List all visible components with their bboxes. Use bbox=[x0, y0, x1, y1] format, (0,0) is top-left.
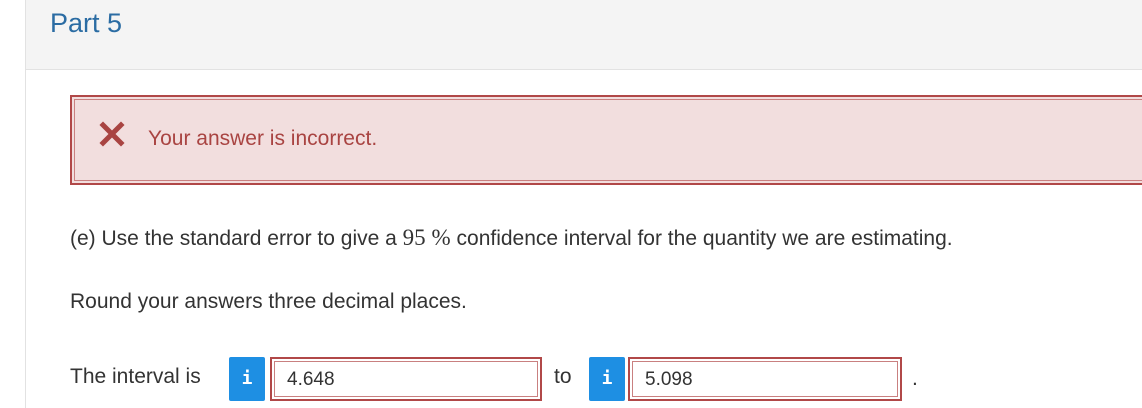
left-margin bbox=[0, 0, 25, 408]
lower-bound-field[interactable]: 4.648 bbox=[270, 357, 542, 401]
question-prefix: (e) Use the standard error to give a bbox=[70, 227, 403, 250]
interval-label: The interval is bbox=[70, 365, 201, 388]
feedback-message: Your answer is incorrect. bbox=[148, 127, 378, 150]
info-icon[interactable]: i bbox=[589, 357, 625, 401]
incorrect-feedback-banner: Your answer is incorrect. bbox=[70, 95, 1142, 185]
lower-bound-value: 4.648 bbox=[287, 369, 335, 390]
page: Part 5 Your answer is incorrect. (e) Use… bbox=[0, 0, 1142, 408]
info-icon[interactable]: i bbox=[229, 357, 265, 401]
upper-bound-field[interactable]: 5.098 bbox=[628, 357, 902, 401]
question-text: (e) Use the standard error to give a 95 … bbox=[70, 225, 953, 251]
part-header: Part 5 bbox=[25, 0, 1142, 70]
close-icon bbox=[99, 121, 125, 147]
question-suffix: confidence interval for the quantity we … bbox=[450, 227, 953, 250]
part-title: Part 5 bbox=[50, 8, 123, 38]
confidence-value: 95 bbox=[402, 225, 426, 250]
end-period: . bbox=[912, 367, 918, 390]
rounding-instruction: Round your answers three decimal places. bbox=[70, 290, 467, 313]
upper-bound-value: 5.098 bbox=[645, 369, 693, 390]
percent-symbol: % bbox=[431, 225, 451, 250]
to-label: to bbox=[554, 365, 572, 388]
